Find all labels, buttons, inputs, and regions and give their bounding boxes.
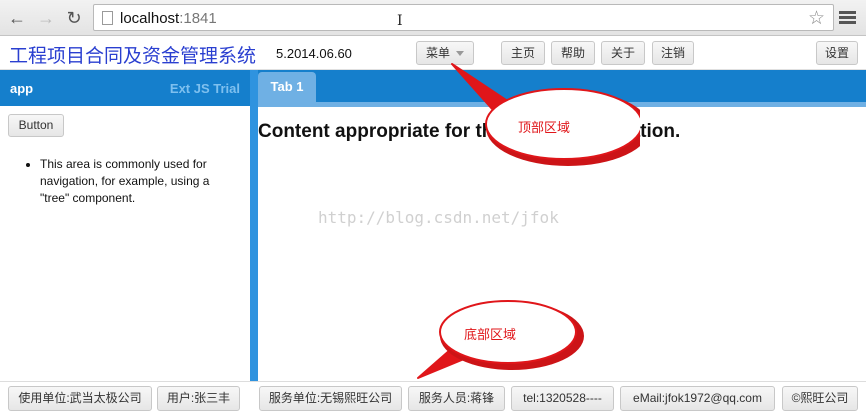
west-panel-header: app Ext JS Trial (0, 70, 250, 106)
version-text: 5.2014.06.60 (276, 46, 352, 61)
client-unit-button[interactable]: 使用单位:武当太极公司 (8, 386, 152, 411)
top-area-label: 顶部区域 (518, 120, 571, 135)
browser-toolbar: ← → ↻ localhost:1841 ☆ I (0, 0, 866, 36)
trial-label: Ext JS Trial (169, 81, 240, 96)
menu-button-label: 菜单 (425, 46, 450, 60)
settings-button[interactable]: 设置 (816, 41, 858, 65)
browser-menu-icon[interactable] (839, 11, 856, 25)
bookmark-star-icon[interactable]: ☆ (808, 7, 825, 30)
chevron-down-icon (456, 51, 464, 57)
app-footer: 使用单位:武当太极公司 用户:张三丰 服务单位:无锡熙旺公司 服务人员:蒋锋 t… (0, 381, 866, 416)
user-button[interactable]: 用户:张三丰 (157, 386, 240, 411)
url-text: localhost:1841 (120, 10, 217, 27)
text-cursor-icon: I (397, 13, 403, 29)
tab-1[interactable]: Tab 1 (258, 72, 316, 106)
page-icon (102, 11, 113, 25)
forward-arrow-icon[interactable]: → (36, 8, 56, 28)
top-area-callout (451, 63, 640, 166)
back-arrow-icon[interactable]: ← (7, 8, 27, 28)
west-panel-title: app (10, 81, 34, 96)
service-unit-button[interactable]: 服务单位:无锡熙旺公司 (259, 386, 402, 411)
copyright-button[interactable]: ©熙旺公司 (782, 386, 858, 411)
west-panel: app Ext JS Trial Button This area is com… (0, 70, 250, 381)
email-button[interactable]: eMail:jfok1972@qq.com (620, 386, 775, 411)
panel-splitter[interactable] (250, 70, 258, 381)
url-port: :1841 (179, 10, 217, 27)
reload-icon[interactable]: ↻ (64, 8, 84, 28)
watermark: http://blog.csdn.net/jfok (318, 208, 559, 227)
service-person-button[interactable]: 服务人员:蒋锋 (408, 386, 505, 411)
panel-button[interactable]: Button (8, 114, 64, 137)
list-item: This area is commonly used for navigatio… (40, 156, 236, 207)
navigation-list: This area is commonly used for navigatio… (24, 156, 236, 207)
address-bar[interactable]: localhost:1841 ☆ (93, 4, 834, 31)
app-header: 工程项目合同及资金管理系统 5.2014.06.60 菜单 主页 帮助 关于 注… (0, 37, 866, 70)
tel-button[interactable]: tel:1320528---- (511, 386, 614, 411)
bottom-area-label: 底部区域 (464, 327, 517, 342)
logout-button[interactable]: 注销 (652, 41, 694, 65)
url-host: localhost (120, 10, 180, 27)
app-title: 工程项目合同及资金管理系统 (9, 46, 257, 67)
